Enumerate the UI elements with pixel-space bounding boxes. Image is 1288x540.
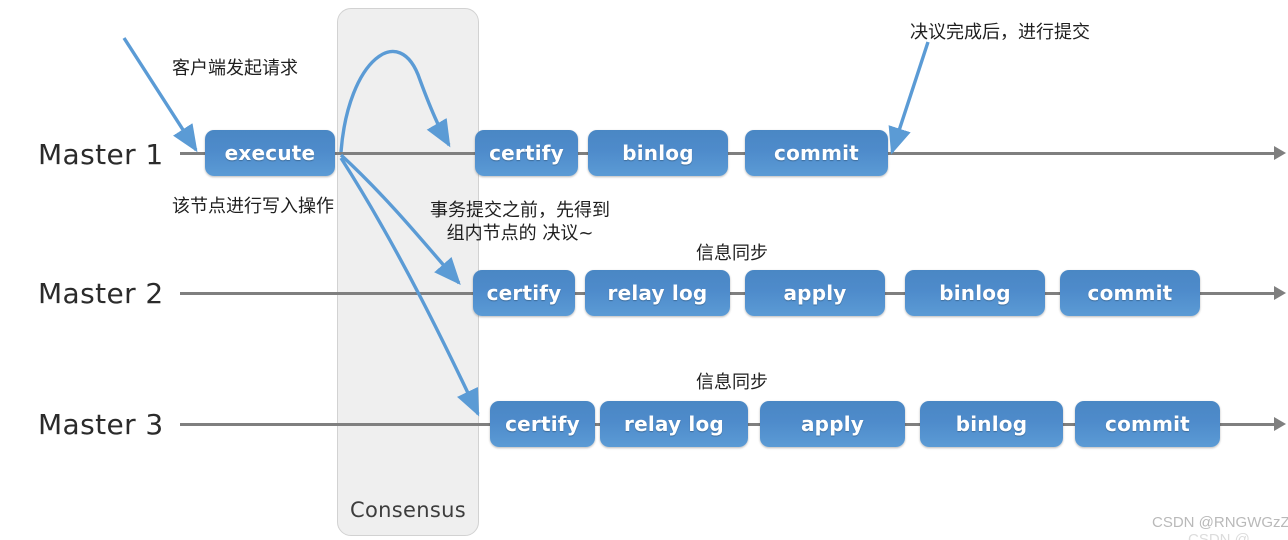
stage-master3-apply[interactable]: apply <box>760 401 905 447</box>
watermark-csdn: CSDN @RNGWGzZs <box>1152 514 1288 531</box>
watermark-csdn-faint: CSDN @ <box>1188 531 1250 540</box>
row-label-master-2: Master 2 <box>38 277 164 310</box>
stage-master3-certify[interactable]: certify <box>490 401 595 447</box>
arrow-commit-after-decision <box>888 41 930 155</box>
stage-master1-certify[interactable]: certify <box>475 130 578 176</box>
stage-master2-certify[interactable]: certify <box>473 270 575 316</box>
annotation-write-operation: 该节点进行写入操作 <box>172 196 334 217</box>
stage-master1-execute[interactable]: execute <box>205 130 335 176</box>
annotation-sync-master3: 信息同步 <box>696 372 768 393</box>
row-label-master-1: Master 1 <box>38 138 164 171</box>
stage-master3-relay-log[interactable]: relay log <box>600 401 748 447</box>
consensus-panel-label: Consensus <box>350 498 466 522</box>
row-label-master-3: Master 3 <box>38 408 164 441</box>
consensus-panel <box>337 8 479 536</box>
diagram-canvas: Master 1 Master 2 Master 3 execute certi… <box>0 0 1288 540</box>
stage-master2-commit[interactable]: commit <box>1060 270 1200 316</box>
timeline-master-3-arrowhead <box>1274 417 1286 431</box>
annotation-commit-after-decision: 决议完成后，进行提交 <box>910 22 1090 43</box>
stage-master2-relay-log[interactable]: relay log <box>585 270 730 316</box>
timeline-master-2-arrowhead <box>1274 286 1286 300</box>
annotation-client-request: 客户端发起请求 <box>172 58 298 79</box>
arrow-client-request <box>122 37 198 153</box>
timeline-master-1 <box>180 152 1276 155</box>
stage-master1-binlog[interactable]: binlog <box>588 130 728 176</box>
stage-master3-binlog[interactable]: binlog <box>920 401 1063 447</box>
timeline-master-1-arrowhead <box>1274 146 1286 160</box>
stage-master2-apply[interactable]: apply <box>745 270 885 316</box>
annotation-sync-master2: 信息同步 <box>696 243 768 264</box>
stage-master1-commit[interactable]: commit <box>745 130 888 176</box>
annotation-pre-commit-consensus: 事务提交之前，先得到 组内节点的 决议~ <box>430 200 610 244</box>
stage-master2-binlog[interactable]: binlog <box>905 270 1045 316</box>
stage-master3-commit[interactable]: commit <box>1075 401 1220 447</box>
